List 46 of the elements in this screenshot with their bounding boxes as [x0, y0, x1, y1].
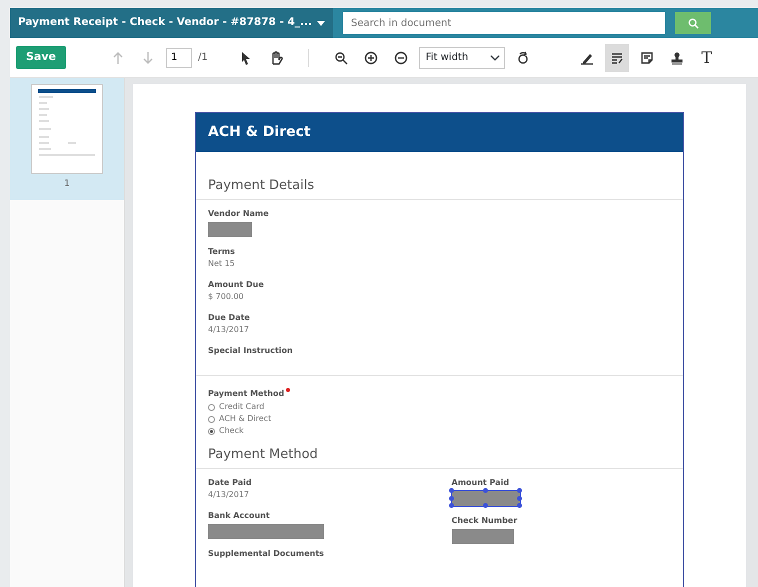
field-value: $ 700.00 [207, 290, 245, 302]
field-label: Payment Method [208, 388, 284, 398]
form-heading: ACH & Direct [196, 113, 683, 152]
document-title-dropdown[interactable]: Payment Receipt - Check - Vendor - #87878 - 4_... [10, 8, 334, 38]
page-label: 1 [64, 178, 70, 191]
up-arrow-icon [110, 50, 125, 64]
stamp-icon [670, 50, 684, 64]
field-label: Amount Paid [450, 476, 510, 488]
zoom-select[interactable]: Fit width [418, 46, 505, 68]
field-label: Date Paid [207, 476, 253, 488]
field-label: Terms [207, 246, 236, 258]
text-tool[interactable]: T [694, 44, 719, 72]
search-icon [688, 18, 699, 28]
caret-icon [317, 20, 326, 26]
redaction-mark [452, 528, 514, 544]
section-title: Payment Details [196, 176, 683, 200]
zoom-out-icon [394, 50, 408, 64]
search-field[interactable]: Search in document [343, 12, 666, 34]
section-title: Payment Method [196, 445, 683, 468]
field-label: Due Date [207, 312, 251, 324]
text-select-icon [610, 50, 624, 64]
radio-button[interactable] [208, 404, 215, 410]
field-value: 4/13/2017 [207, 324, 250, 336]
field-label: Check Number [450, 514, 518, 526]
field-label: Special Instruction [207, 344, 294, 356]
field-label: Supplemental Documents [207, 548, 325, 560]
field-label: Amount Due [207, 278, 265, 290]
field-value: 4/13/2017 [207, 488, 250, 500]
redaction-mark [208, 222, 252, 236]
radio-label: ACH & Direct [219, 413, 272, 425]
page-number-field[interactable]: 1 [166, 48, 192, 68]
radio-button[interactable] [208, 416, 215, 422]
zoom-icon [334, 50, 348, 64]
radio-button[interactable] [208, 428, 215, 434]
zoom-in-icon [364, 50, 378, 64]
field-label: Vendor Name [207, 208, 270, 220]
radio-label: Credit Card [219, 401, 264, 413]
page-thumbnail[interactable]: 1 [10, 78, 124, 200]
field-value: Net 15 [207, 258, 236, 270]
down-arrow-icon [140, 50, 155, 64]
page-total: /1 [198, 51, 208, 65]
field-label: Bank Account [207, 510, 271, 522]
radio-label: Check [219, 425, 244, 437]
note-icon [640, 50, 654, 64]
text-select-button[interactable] [604, 44, 629, 72]
rotate-icon [516, 50, 530, 64]
